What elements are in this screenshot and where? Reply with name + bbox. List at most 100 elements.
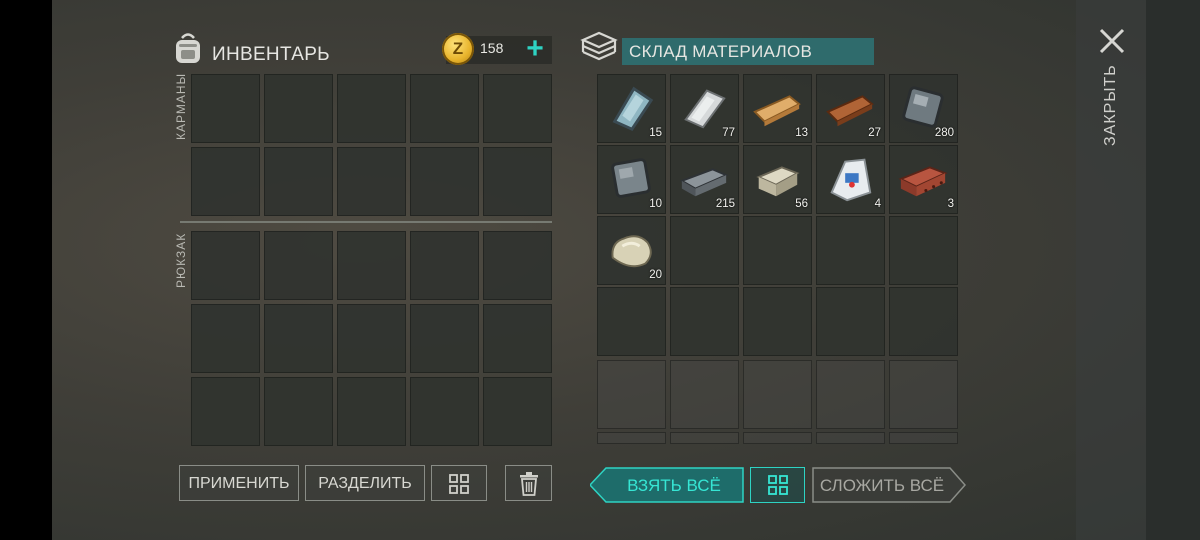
stack-icon <box>580 31 618 61</box>
storage-item-iron-plate[interactable]: 280 <box>889 74 958 143</box>
storage-item-rock[interactable]: 20 <box>597 216 666 285</box>
storage-slot[interactable] <box>597 360 666 429</box>
pocket-slot[interactable] <box>483 74 552 143</box>
stone-block-icon <box>756 166 800 197</box>
storage-sort-button[interactable] <box>750 467 805 503</box>
split-button[interactable]: РАЗДЕЛИТЬ <box>305 465 425 501</box>
item-quantity: 280 <box>934 127 954 139</box>
storage-slot[interactable] <box>889 216 958 285</box>
backpack-slot[interactable] <box>337 304 406 373</box>
backpack-label: РЮКЗАК <box>174 232 188 288</box>
storage-slot[interactable] <box>816 216 885 285</box>
storage-slot[interactable] <box>743 432 812 444</box>
storage-item-glass-sheet[interactable]: 15 <box>597 74 666 143</box>
storage-slot[interactable] <box>889 432 958 444</box>
item-quantity: 15 <box>649 127 662 139</box>
backpack-slot[interactable] <box>264 231 333 300</box>
iron-ingot-icon <box>679 168 729 197</box>
backpack-slot[interactable] <box>410 231 479 300</box>
backpack-slot[interactable] <box>410 377 479 446</box>
storage-item-wooden-plank[interactable]: 13 <box>743 74 812 143</box>
pocket-slot[interactable] <box>264 147 333 216</box>
coin-count: 158 <box>480 40 504 56</box>
backpack-slot[interactable] <box>191 304 260 373</box>
pockets-label: КАРМАНЫ <box>174 72 188 140</box>
storage-slot[interactable] <box>743 287 812 356</box>
apply-button[interactable]: ПРИМЕНИТЬ <box>179 465 299 501</box>
close-icon[interactable] <box>1097 26 1127 56</box>
item-quantity: 3 <box>947 198 954 210</box>
storage-slot[interactable] <box>670 360 739 429</box>
grid-icon <box>767 475 788 495</box>
storage-item-metal-sheet[interactable]: 77 <box>670 74 739 143</box>
backpack-slot[interactable] <box>337 231 406 300</box>
pocket-slot[interactable] <box>191 74 260 143</box>
screen-letterbox-right <box>1146 0 1200 540</box>
backpack-slot[interactable] <box>264 304 333 373</box>
trash-icon <box>519 472 538 496</box>
glass-sheet-icon <box>612 86 654 131</box>
trash-button[interactable] <box>505 465 552 501</box>
storage-title: СКЛАД МАТЕРИАЛОВ <box>629 42 813 61</box>
storage-item-dark-plank[interactable]: 27 <box>816 74 885 143</box>
storage-item-iron-ingot[interactable]: 215 <box>670 145 739 214</box>
plus-icon[interactable]: + <box>520 34 550 64</box>
iron-plate-icon <box>902 86 944 128</box>
storage-item-brick[interactable]: 3 <box>889 145 958 214</box>
pocket-slot[interactable] <box>410 74 479 143</box>
screen: ИНВЕНТАРЬ Z 158 + КАРМАНЫ РЮКЗАК СКЛАД М… <box>0 0 1200 540</box>
metal-sheet-icon <box>684 89 726 129</box>
backpack-icon <box>176 33 200 63</box>
item-quantity: 56 <box>795 198 808 210</box>
storage-slot[interactable] <box>597 287 666 356</box>
storage-slot[interactable] <box>670 432 739 444</box>
pocket-slot[interactable] <box>264 74 333 143</box>
storage-slot[interactable] <box>889 287 958 356</box>
take-all-button[interactable]: ВЗЯТЬ ВСЁ <box>590 467 744 503</box>
backpack-slot[interactable] <box>410 304 479 373</box>
storage-item-stone-block[interactable]: 56 <box>743 145 812 214</box>
pocket-slot[interactable] <box>191 147 260 216</box>
item-quantity: 10 <box>649 198 662 210</box>
screen-letterbox-left <box>0 0 52 540</box>
backpack-slot[interactable] <box>483 304 552 373</box>
storage-slot[interactable] <box>816 287 885 356</box>
backpack-slot[interactable] <box>483 231 552 300</box>
backpack-slot[interactable] <box>191 377 260 446</box>
storage-slot[interactable] <box>743 360 812 429</box>
steel-plate-icon <box>611 158 651 198</box>
item-quantity: 27 <box>868 127 881 139</box>
item-quantity: 4 <box>874 198 881 210</box>
backpack-slot[interactable] <box>264 377 333 446</box>
item-quantity: 13 <box>795 127 808 139</box>
backpack-slot[interactable] <box>337 377 406 446</box>
put-all-label: СЛОЖИТЬ ВСЁ <box>820 476 944 495</box>
storage-slot[interactable] <box>670 216 739 285</box>
pocket-slot[interactable] <box>483 147 552 216</box>
pocket-slot[interactable] <box>337 147 406 216</box>
rock-icon <box>611 235 652 268</box>
brick-icon <box>898 166 948 197</box>
pocket-slot[interactable] <box>337 74 406 143</box>
storage-slot[interactable] <box>816 360 885 429</box>
cement-bag-icon <box>830 158 872 202</box>
storage-slot[interactable] <box>889 360 958 429</box>
dark-plank-icon <box>826 95 874 127</box>
sort-button[interactable] <box>431 465 487 501</box>
storage-slot[interactable] <box>670 287 739 356</box>
backpack-slot[interactable] <box>483 377 552 446</box>
storage-slot[interactable] <box>816 432 885 444</box>
storage-item-cement-bag[interactable]: 4 <box>816 145 885 214</box>
storage-slot[interactable] <box>597 432 666 444</box>
backpack-slot[interactable] <box>191 231 260 300</box>
storage-slot[interactable] <box>743 216 812 285</box>
coin-icon: Z <box>442 33 474 65</box>
close-label[interactable]: ЗАКРЫТЬ <box>1102 64 1120 146</box>
take-all-label: ВЗЯТЬ ВСЁ <box>627 476 721 495</box>
storage-item-steel-plate[interactable]: 10 <box>597 145 666 214</box>
inventory-title: ИНВЕНТАРЬ <box>212 44 330 65</box>
pocket-slot[interactable] <box>410 147 479 216</box>
put-all-button[interactable]: СЛОЖИТЬ ВСЁ <box>812 467 966 503</box>
item-quantity: 215 <box>715 198 735 210</box>
wooden-plank-icon <box>753 95 801 127</box>
